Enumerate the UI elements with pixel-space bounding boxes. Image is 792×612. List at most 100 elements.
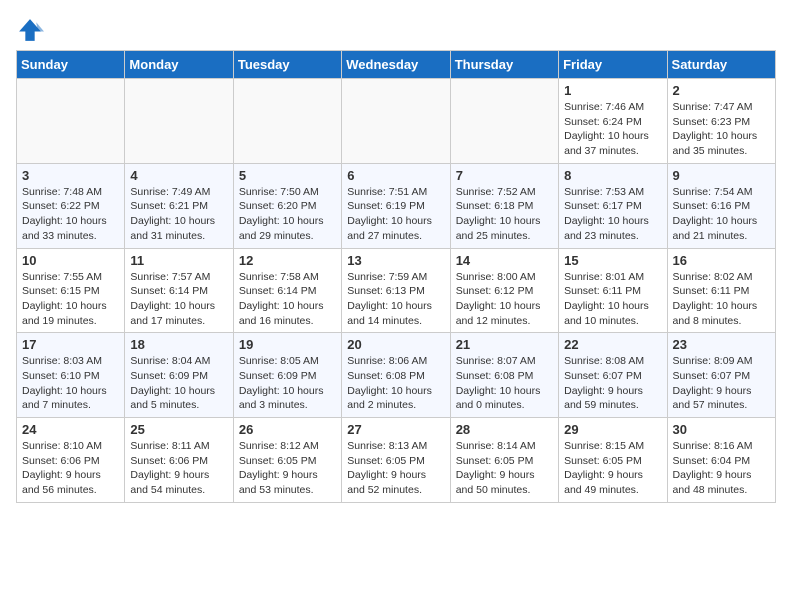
day-info: Sunrise: 7:50 AM Sunset: 6:20 PM Dayligh… [239,185,336,244]
day-info: Sunrise: 8:06 AM Sunset: 6:08 PM Dayligh… [347,354,444,413]
day-number: 21 [456,337,553,352]
day-info: Sunrise: 8:01 AM Sunset: 6:11 PM Dayligh… [564,270,661,329]
day-info: Sunrise: 8:04 AM Sunset: 6:09 PM Dayligh… [130,354,227,413]
weekday-header-saturday: Saturday [667,51,775,79]
day-info: Sunrise: 8:05 AM Sunset: 6:09 PM Dayligh… [239,354,336,413]
day-info: Sunrise: 8:10 AM Sunset: 6:06 PM Dayligh… [22,439,119,498]
calendar-week-4: 17 Sunrise: 8:03 AM Sunset: 6:10 PM Dayli… [17,333,776,418]
day-number: 22 [564,337,661,352]
weekday-header-wednesday: Wednesday [342,51,450,79]
day-info: Sunrise: 8:16 AM Sunset: 6:04 PM Dayligh… [673,439,770,498]
calendar-week-1: 1 Sunrise: 7:46 AM Sunset: 6:24 PM Daylig… [17,79,776,164]
day-info: Sunrise: 7:52 AM Sunset: 6:18 PM Dayligh… [456,185,553,244]
calendar-week-3: 10 Sunrise: 7:55 AM Sunset: 6:15 PM Dayli… [17,248,776,333]
logo-icon [16,16,44,44]
calendar-week-2: 3 Sunrise: 7:48 AM Sunset: 6:22 PM Daylig… [17,163,776,248]
calendar-cell [125,79,233,164]
header [16,16,776,44]
calendar-cell [342,79,450,164]
day-number: 1 [564,83,661,98]
weekday-header-thursday: Thursday [450,51,558,79]
calendar-cell: 26Sunrise: 8:12 AM Sunset: 6:05 PM Dayli… [233,418,341,503]
calendar-cell: 23 Sunrise: 8:09 AM Sunset: 6:07 PM Dayli… [667,333,775,418]
day-info: Sunrise: 8:12 AM Sunset: 6:05 PM Dayligh… [239,439,336,498]
calendar-cell: 29Sunrise: 8:15 AM Sunset: 6:05 PM Dayli… [559,418,667,503]
day-info: Sunrise: 7:48 AM Sunset: 6:22 PM Dayligh… [22,185,119,244]
calendar-cell: 8 Sunrise: 7:53 AM Sunset: 6:17 PM Daylig… [559,163,667,248]
day-number: 17 [22,337,119,352]
day-number: 20 [347,337,444,352]
day-number: 23 [673,337,770,352]
day-info: Sunrise: 8:15 AM Sunset: 6:05 PM Dayligh… [564,439,661,498]
day-number: 11 [130,253,227,268]
calendar-cell: 13 Sunrise: 7:59 AM Sunset: 6:13 PM Dayli… [342,248,450,333]
calendar-cell: 22Sunrise: 8:08 AM Sunset: 6:07 PM Dayli… [559,333,667,418]
calendar-cell: 21 Sunrise: 8:07 AM Sunset: 6:08 PM Dayli… [450,333,558,418]
calendar-cell: 15Sunrise: 8:01 AM Sunset: 6:11 PM Dayli… [559,248,667,333]
day-number: 12 [239,253,336,268]
day-number: 16 [673,253,770,268]
weekday-header-sunday: Sunday [17,51,125,79]
calendar-cell: 27Sunrise: 8:13 AM Sunset: 6:05 PM Dayli… [342,418,450,503]
weekday-header-tuesday: Tuesday [233,51,341,79]
day-info: Sunrise: 8:07 AM Sunset: 6:08 PM Dayligh… [456,354,553,413]
day-number: 14 [456,253,553,268]
calendar-cell: 1 Sunrise: 7:46 AM Sunset: 6:24 PM Daylig… [559,79,667,164]
calendar-cell: 24 Sunrise: 8:10 AM Sunset: 6:06 PM Dayli… [17,418,125,503]
page-container: SundayMondayTuesdayWednesdayThursdayFrid… [0,0,792,511]
day-number: 27 [347,422,444,437]
calendar-cell: 7Sunrise: 7:52 AM Sunset: 6:18 PM Daylig… [450,163,558,248]
day-info: Sunrise: 7:46 AM Sunset: 6:24 PM Dayligh… [564,100,661,159]
calendar-cell: 18 Sunrise: 8:04 AM Sunset: 6:09 PM Dayli… [125,333,233,418]
calendar-cell: 16 Sunrise: 8:02 AM Sunset: 6:11 PM Dayli… [667,248,775,333]
calendar-cell: 2 Sunrise: 7:47 AM Sunset: 6:23 PM Daylig… [667,79,775,164]
day-info: Sunrise: 8:14 AM Sunset: 6:05 PM Dayligh… [456,439,553,498]
day-info: Sunrise: 8:02 AM Sunset: 6:11 PM Dayligh… [673,270,770,329]
day-info: Sunrise: 7:58 AM Sunset: 6:14 PM Dayligh… [239,270,336,329]
calendar-cell [450,79,558,164]
day-number: 25 [130,422,227,437]
calendar-cell: 20 Sunrise: 8:06 AM Sunset: 6:08 PM Dayli… [342,333,450,418]
day-number: 18 [130,337,227,352]
day-number: 9 [673,168,770,183]
day-number: 2 [673,83,770,98]
calendar-cell: 9 Sunrise: 7:54 AM Sunset: 6:16 PM Daylig… [667,163,775,248]
day-info: Sunrise: 7:53 AM Sunset: 6:17 PM Dayligh… [564,185,661,244]
calendar-cell: 3 Sunrise: 7:48 AM Sunset: 6:22 PM Daylig… [17,163,125,248]
calendar-cell: 17 Sunrise: 8:03 AM Sunset: 6:10 PM Dayli… [17,333,125,418]
weekday-header-monday: Monday [125,51,233,79]
logo [16,16,48,44]
calendar-table: SundayMondayTuesdayWednesdayThursdayFrid… [16,50,776,503]
calendar-cell: 14 Sunrise: 8:00 AM Sunset: 6:12 PM Dayli… [450,248,558,333]
day-number: 30 [673,422,770,437]
day-number: 6 [347,168,444,183]
day-number: 3 [22,168,119,183]
day-info: Sunrise: 7:49 AM Sunset: 6:21 PM Dayligh… [130,185,227,244]
day-number: 13 [347,253,444,268]
day-number: 5 [239,168,336,183]
calendar-header-row: SundayMondayTuesdayWednesdayThursdayFrid… [17,51,776,79]
calendar-cell: 25 Sunrise: 8:11 AM Sunset: 6:06 PM Dayli… [125,418,233,503]
calendar-cell [17,79,125,164]
day-info: Sunrise: 7:55 AM Sunset: 6:15 PM Dayligh… [22,270,119,329]
calendar-cell: 28Sunrise: 8:14 AM Sunset: 6:05 PM Dayli… [450,418,558,503]
day-number: 24 [22,422,119,437]
day-number: 4 [130,168,227,183]
calendar-cell: 12 Sunrise: 7:58 AM Sunset: 6:14 PM Dayli… [233,248,341,333]
calendar-cell: 30 Sunrise: 8:16 AM Sunset: 6:04 PM Dayli… [667,418,775,503]
day-info: Sunrise: 7:47 AM Sunset: 6:23 PM Dayligh… [673,100,770,159]
day-info: Sunrise: 7:59 AM Sunset: 6:13 PM Dayligh… [347,270,444,329]
day-info: Sunrise: 7:54 AM Sunset: 6:16 PM Dayligh… [673,185,770,244]
calendar-cell: 6Sunrise: 7:51 AM Sunset: 6:19 PM Daylig… [342,163,450,248]
day-info: Sunrise: 8:11 AM Sunset: 6:06 PM Dayligh… [130,439,227,498]
calendar-cell: 11 Sunrise: 7:57 AM Sunset: 6:14 PM Dayli… [125,248,233,333]
calendar-cell [233,79,341,164]
day-info: Sunrise: 8:09 AM Sunset: 6:07 PM Dayligh… [673,354,770,413]
day-info: Sunrise: 8:00 AM Sunset: 6:12 PM Dayligh… [456,270,553,329]
day-number: 10 [22,253,119,268]
day-info: Sunrise: 7:57 AM Sunset: 6:14 PM Dayligh… [130,270,227,329]
weekday-header-friday: Friday [559,51,667,79]
day-info: Sunrise: 8:03 AM Sunset: 6:10 PM Dayligh… [22,354,119,413]
calendar-cell: 10 Sunrise: 7:55 AM Sunset: 6:15 PM Dayli… [17,248,125,333]
day-number: 8 [564,168,661,183]
